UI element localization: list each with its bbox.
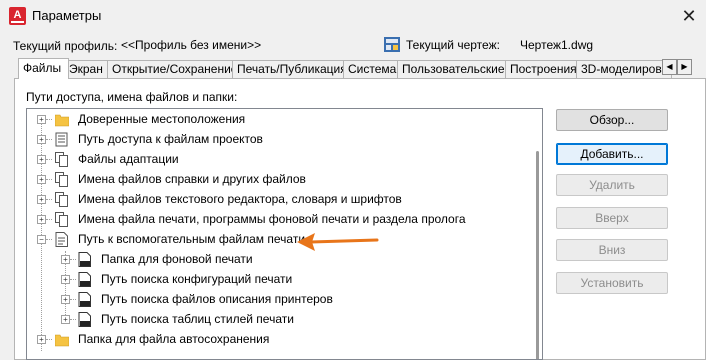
tree-line: [46, 139, 52, 140]
expand-icon[interactable]: +: [37, 215, 46, 224]
plt-icon: [78, 272, 91, 287]
expand-icon[interactable]: +: [37, 115, 46, 124]
expand-icon[interactable]: +: [37, 175, 46, 184]
tree-item-project-files[interactable]: + Путь доступа к файлам проектов: [27, 129, 527, 149]
expand-icon[interactable]: +: [37, 155, 46, 164]
tree-item-label: Имена файлов текстового редактора, слова…: [78, 192, 402, 206]
autocad-app-icon: A: [9, 7, 26, 25]
folder-icon: [55, 334, 69, 347]
files-icon: [55, 192, 68, 207]
tree-line: [46, 119, 52, 120]
tree-item-label: Путь поиска файлов описания принтеров: [101, 292, 333, 306]
tree-item-label: Путь поиска таблиц стилей печати: [101, 312, 294, 326]
tree-item-printer-support-path[interactable]: − Путь к вспомогательным файлам печати: [27, 229, 527, 249]
tree-item-printer-description-path[interactable]: + Путь поиска файлов описания принтеров: [27, 289, 527, 309]
browse-button[interactable]: Обзор...: [556, 109, 668, 131]
search-paths-tree[interactable]: + Доверенные местоположения + Путь досту…: [26, 108, 543, 360]
files-icon: [55, 172, 68, 187]
tree-line: [46, 159, 52, 160]
tab-scroll-right-icon[interactable]: ▶: [677, 59, 692, 75]
expand-icon[interactable]: +: [61, 295, 70, 304]
files-icon: [55, 152, 68, 167]
tree-line: [70, 319, 76, 320]
tree-line: [46, 219, 52, 220]
tree-item-label: Имена файла печати, программы фоновой пе…: [78, 212, 466, 226]
tab-drafting[interactable]: Построения: [505, 60, 582, 78]
tree-scrollbar[interactable]: [536, 151, 539, 359]
current-drawing-label: Текущий чертеж:: [406, 38, 500, 52]
tree-item-plot-style-path[interactable]: + Путь поиска таблиц стилей печати: [27, 309, 527, 329]
tree-item-autosave-folder[interactable]: + Папка для файла автосохранения: [27, 329, 527, 349]
tree-line: [46, 239, 52, 240]
annotation-arrow-icon: [297, 233, 379, 251]
paths-label: Пути доступа, имена файлов и папки:: [26, 90, 238, 104]
tab-system[interactable]: Система: [343, 60, 399, 78]
project-icon: [55, 132, 68, 147]
profile-row: Текущий профиль: <<Профиль без имени>> Т…: [0, 37, 706, 55]
tree-item-label: Папка для файла автосохранения: [78, 332, 270, 346]
tree-line: [70, 299, 76, 300]
tab-scroll-left-icon[interactable]: ◀: [662, 59, 677, 75]
close-icon[interactable]: ✕: [677, 4, 701, 28]
tree-item-label: Доверенные местоположения: [78, 112, 246, 126]
expand-icon[interactable]: +: [61, 315, 70, 324]
tab-3d-modeling[interactable]: 3D-моделирова: [576, 60, 672, 78]
tree-item-label: Путь поиска конфигураций печати: [101, 272, 293, 286]
move-down-button[interactable]: Вниз: [556, 239, 668, 261]
tree-line: [70, 279, 76, 280]
set-current-button[interactable]: Установить: [556, 272, 668, 294]
tree-item-spooler-folder[interactable]: + Папка для фоновой печати: [27, 249, 527, 269]
drawing-icon: [384, 37, 400, 52]
folder-icon: [55, 114, 69, 127]
tab-plot-publish[interactable]: Печать/Публикация: [232, 60, 344, 78]
collapse-icon[interactable]: −: [37, 235, 46, 244]
plt-icon: [78, 292, 91, 307]
tree-item-label: Имена файлов справки и других файлов: [78, 172, 306, 186]
tab-display[interactable]: Экран: [64, 60, 112, 78]
tab-strip: Файлы Экран Открытие/Сохранение Печать/П…: [14, 58, 674, 79]
current-profile-label: Текущий профиль:: [13, 39, 118, 53]
remove-button[interactable]: Удалить: [556, 174, 668, 196]
title-bar: A Параметры ✕: [0, 0, 706, 32]
tab-user-preferences[interactable]: Пользовательские: [397, 60, 511, 78]
tree-item-print-file-names[interactable]: + Имена файла печати, программы фоновой …: [27, 209, 527, 229]
expand-icon[interactable]: +: [37, 135, 46, 144]
tree-item-plotter-config-path[interactable]: + Путь поиска конфигураций печати: [27, 269, 527, 289]
tree-item-label: Папка для фоновой печати: [101, 252, 253, 266]
plot-support-icon: [55, 232, 68, 247]
tree-item-customization-files[interactable]: + Файлы адаптации: [27, 149, 527, 169]
tab-files[interactable]: Файлы: [18, 58, 69, 79]
tree-item-label: Путь к вспомогательным файлам печати: [78, 232, 306, 246]
plt-icon: [78, 252, 91, 267]
expand-icon[interactable]: +: [61, 255, 70, 264]
tree-line: [46, 199, 52, 200]
files-icon: [55, 212, 68, 227]
tree-line: [46, 339, 52, 340]
current-drawing-value: Чертеж1.dwg: [520, 38, 594, 52]
plt-icon: [78, 312, 91, 327]
move-up-button[interactable]: Вверх: [556, 207, 668, 229]
tree-line: [46, 179, 52, 180]
expand-icon[interactable]: +: [61, 275, 70, 284]
tree-item-trusted-locations[interactable]: + Доверенные местоположения: [27, 109, 527, 129]
tree-line: [70, 259, 76, 260]
add-button[interactable]: Добавить...: [556, 143, 668, 165]
expand-icon[interactable]: +: [37, 195, 46, 204]
tree-item-label: Файлы адаптации: [78, 152, 179, 166]
tree-item-help-files[interactable]: + Имена файлов справки и других файлов: [27, 169, 527, 189]
current-profile-value: <<Профиль без имени>>: [121, 38, 262, 52]
window-title: Параметры: [32, 8, 102, 23]
tab-open-save[interactable]: Открытие/Сохранение: [107, 60, 234, 78]
tree-item-text-editor-files[interactable]: + Имена файлов текстового редактора, сло…: [27, 189, 527, 209]
tree-item-label: Путь доступа к файлам проектов: [78, 132, 263, 146]
expand-icon[interactable]: +: [37, 335, 46, 344]
